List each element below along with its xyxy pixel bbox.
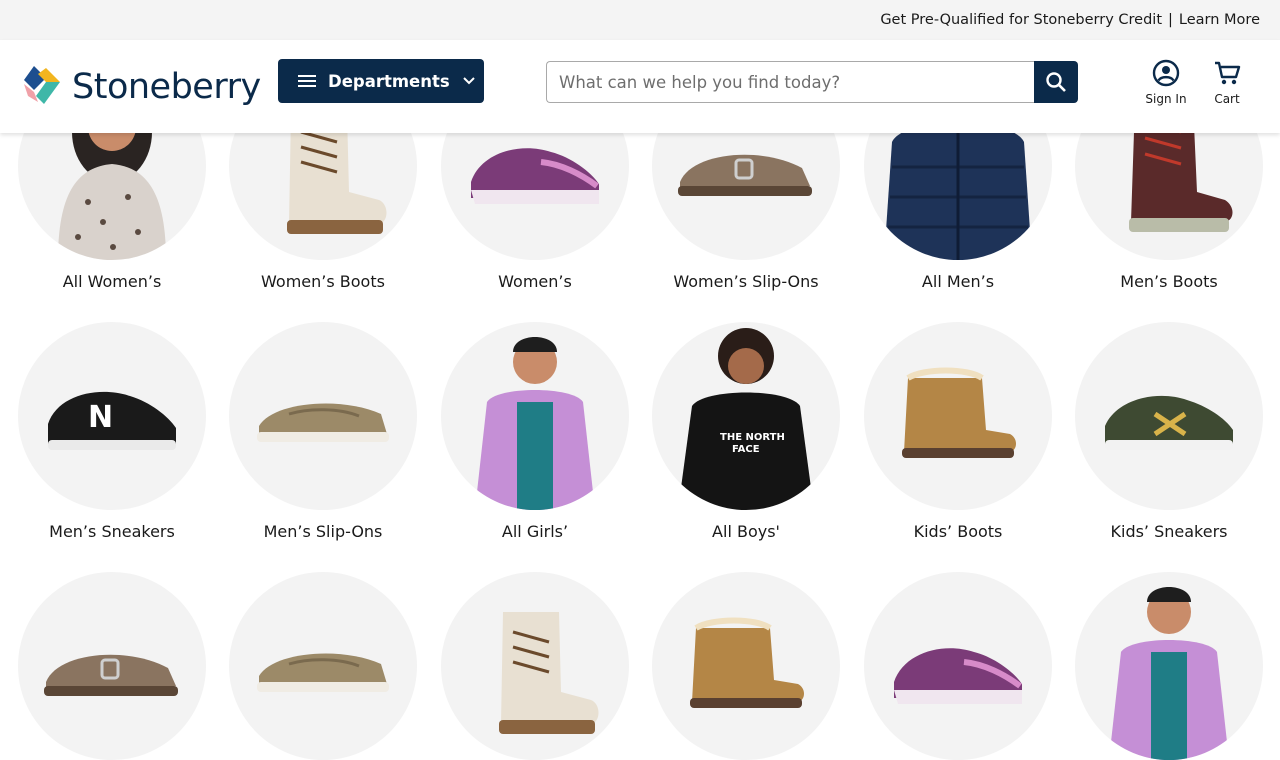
category-label: Kids’ Boots	[913, 522, 1003, 541]
category-label: All Girls’	[501, 522, 569, 541]
category-tile[interactable]: THE NORTH FACE All Boys'	[652, 322, 840, 541]
canvas-slip-on-image	[257, 403, 389, 442]
category-tile[interactable]: N Men’s Sneakers	[18, 322, 206, 541]
departments-button[interactable]: Departments	[278, 59, 484, 103]
departments-label: Departments	[328, 71, 450, 91]
site-header: Stoneberry Departments Sign In	[0, 40, 1280, 133]
category-image	[652, 572, 840, 760]
category-image	[229, 322, 417, 510]
green-sneaker-image	[1105, 395, 1233, 450]
svg-text:FACE: FACE	[732, 444, 760, 455]
category-image: N	[18, 322, 206, 510]
category-image	[864, 572, 1052, 760]
category-image	[1075, 322, 1263, 510]
tan-bootie-image	[902, 367, 1016, 458]
category-tile[interactable]: All Girls’	[441, 322, 629, 541]
category-label: All Women’s	[62, 272, 162, 291]
search-bar	[546, 61, 1078, 103]
cart-button[interactable]: Cart	[1210, 59, 1244, 106]
winter-boot-image	[499, 612, 599, 734]
svg-text:N: N	[88, 400, 113, 435]
logo-mark-icon	[24, 66, 60, 104]
category-label: Men’s Boots	[1120, 272, 1218, 291]
category-label: Women’s	[498, 272, 572, 291]
category-label: Women’s Slip-Ons	[673, 272, 819, 291]
category-image	[441, 322, 629, 510]
category-label: Women’s Boots	[261, 272, 385, 291]
learn-more-link[interactable]: Learn More	[1179, 12, 1260, 28]
cart-label: Cart	[1214, 92, 1240, 106]
girl-purple-jacket-image	[1109, 587, 1229, 760]
category-image: THE NORTH FACE	[652, 322, 840, 510]
canvas-slip-on-image	[257, 653, 389, 692]
purple-sneaker-image	[894, 648, 1022, 704]
category-image	[441, 572, 629, 760]
boy-black-hoodie-image: THE NORTHFACE	[678, 328, 814, 510]
search-button[interactable]	[1034, 61, 1078, 103]
logo-wordmark: Stoneberry	[72, 66, 261, 107]
category-label: Men’s Sneakers	[49, 522, 175, 541]
category-image	[1075, 572, 1263, 760]
hamburger-icon	[298, 75, 316, 87]
clog-image	[44, 654, 178, 696]
category-tile[interactable]	[18, 572, 206, 760]
category-image	[864, 322, 1052, 510]
sign-in-button[interactable]: Sign In	[1144, 59, 1188, 106]
category-tile[interactable]	[1075, 572, 1263, 760]
category-tile[interactable]	[441, 572, 629, 760]
category-tile[interactable]: Men’s Slip-Ons	[229, 322, 417, 541]
category-tile[interactable]: Kids’ Boots	[864, 322, 1052, 541]
category-tile[interactable]	[229, 572, 417, 760]
cart-icon	[1215, 61, 1241, 85]
category-label: All Men’s	[921, 272, 995, 291]
category-label: Kids’ Sneakers	[1110, 522, 1228, 541]
account-icon	[1152, 59, 1180, 87]
sign-in-label: Sign In	[1145, 92, 1187, 106]
girl-purple-jacket-image	[475, 337, 595, 510]
stoneberry-logo[interactable]: Stoneberry	[24, 65, 261, 109]
category-image	[229, 572, 417, 760]
tan-bootie-image	[690, 617, 804, 708]
category-image	[18, 572, 206, 760]
svg-text:THE NORTH: THE NORTH	[720, 432, 785, 443]
promo-text: Get Pre-Qualified for Stoneberry Credit	[880, 12, 1163, 28]
category-tile[interactable]	[864, 572, 1052, 760]
promo-bar: Get Pre-Qualified for Stoneberry Credit …	[0, 0, 1280, 40]
search-icon	[1046, 72, 1066, 92]
search-input[interactable]	[546, 61, 1034, 103]
category-tile[interactable]: Kids’ Sneakers	[1075, 322, 1263, 541]
promo-separator: |	[1168, 12, 1173, 28]
black-sneaker-image: N	[48, 391, 176, 450]
chevron-down-icon	[462, 77, 475, 85]
category-label: All Boys'	[712, 522, 780, 541]
category-tile[interactable]	[652, 572, 840, 760]
category-label: Men’s Slip-Ons	[263, 522, 383, 541]
